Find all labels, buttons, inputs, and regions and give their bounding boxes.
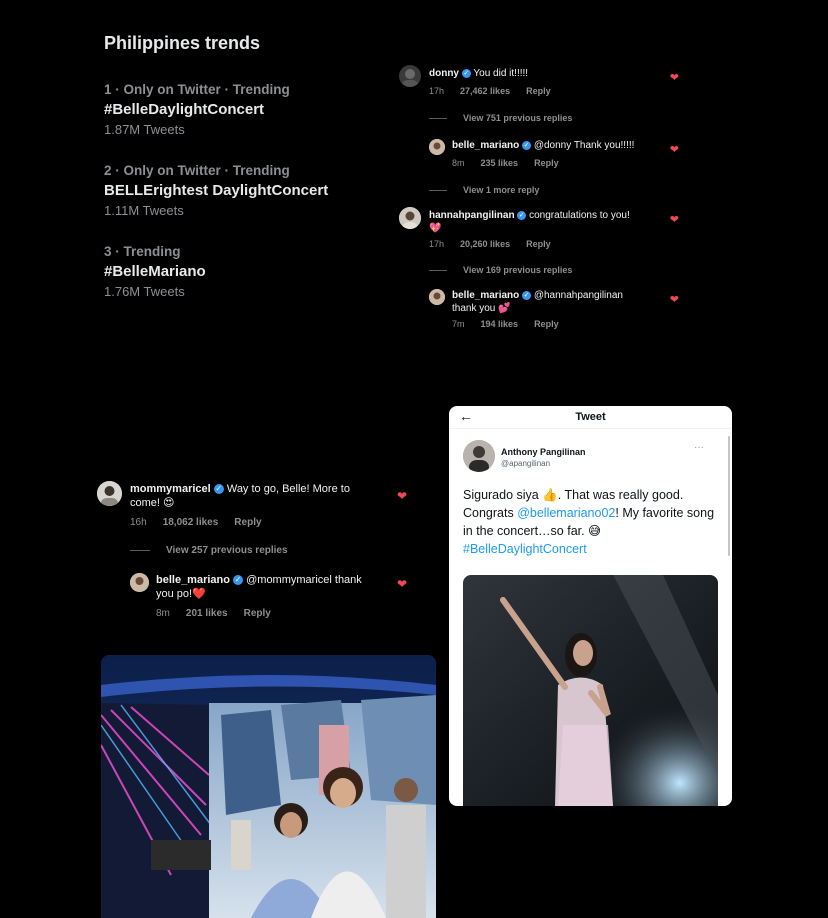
- comment-time: 7m: [452, 319, 465, 329]
- reply-button[interactable]: Reply: [526, 239, 551, 249]
- comment-likes[interactable]: 194 likes: [481, 319, 519, 329]
- view-replies-button[interactable]: View 257 previous replies: [130, 543, 410, 557]
- photo[interactable]: [101, 655, 436, 918]
- trend-tag: #BelleMariano: [104, 263, 206, 280]
- comment-text: You did it!!!!!: [473, 68, 529, 79]
- avatar[interactable]: [130, 573, 149, 592]
- more-icon[interactable]: ···: [694, 442, 704, 453]
- avatar[interactable]: [429, 289, 445, 305]
- tweet-header-title: Tweet: [575, 411, 606, 423]
- comment-time: 8m: [452, 158, 465, 168]
- view-replies-button[interactable]: View 751 previous replies: [429, 111, 689, 125]
- heart-icon[interactable]: ❤: [670, 293, 679, 306]
- view-replies-label: View 751 previous replies: [463, 113, 573, 123]
- trend-count: 1.76M Tweets: [104, 284, 185, 299]
- reply-button[interactable]: Reply: [234, 517, 261, 528]
- author-name[interactable]: Anthony Pangilinan: [501, 447, 586, 457]
- comment-likes[interactable]: 18,062 likes: [163, 517, 219, 528]
- comment-text-cont: you po!❤️: [156, 588, 206, 601]
- comment-username[interactable]: belle_mariano: [156, 574, 230, 586]
- trend-count: 1.87M Tweets: [104, 122, 185, 137]
- verified-badge-icon: ✓: [213, 484, 224, 494]
- avatar[interactable]: [97, 481, 122, 506]
- view-replies-button[interactable]: View 169 previous replies: [429, 263, 689, 277]
- verified-badge-icon: ✓: [522, 141, 532, 150]
- comment-username[interactable]: mommymaricel: [130, 483, 211, 495]
- mention-link[interactable]: @bellemariano02: [517, 506, 615, 520]
- comment-text: Way to go, Belle! More to: [226, 483, 350, 495]
- tweet-header: ← Tweet: [449, 406, 732, 429]
- comment-text-cont: come! 😍: [130, 497, 175, 510]
- reply-button[interactable]: Reply: [526, 86, 551, 96]
- avatar[interactable]: [399, 65, 421, 87]
- comment-reply: belle_mariano ✓ @donny Thank you!!!!! 8m…: [429, 139, 689, 175]
- reply-button[interactable]: Reply: [534, 319, 559, 329]
- comment: mommymaricel ✓ Way to go, Belle! More to…: [97, 481, 410, 528]
- trend-meta: 1 · Only on Twitter · Trending: [104, 82, 290, 97]
- comment-reply: belle_mariano ✓ @mommymaricel thank you p…: [130, 573, 410, 619]
- tweet-photo[interactable]: [463, 575, 718, 806]
- comment-time: 8m: [156, 607, 170, 619]
- view-replies-label: View 257 previous replies: [166, 544, 288, 556]
- view-replies-button[interactable]: View 1 more reply: [429, 183, 689, 197]
- view-replies-label: View 1 more reply: [463, 185, 540, 195]
- comment-time: 16h: [130, 516, 147, 528]
- heart-icon[interactable]: ❤: [670, 71, 679, 84]
- heart-icon[interactable]: ❤: [670, 143, 679, 156]
- comment-username[interactable]: donny: [429, 68, 459, 79]
- arrow-left-icon[interactable]: ←: [459, 408, 473, 424]
- comment-reply: belle_mariano ✓ @hannahpangilinan thank y…: [429, 289, 689, 333]
- comment-text: congratulations to you!: [529, 210, 630, 221]
- heart-icon[interactable]: ❤: [397, 489, 407, 503]
- trend-item[interactable]: 3 · Trending #BelleMariano 1.76M Tweets: [104, 244, 394, 299]
- comment-time: 17h: [429, 239, 445, 249]
- comment-emoji: 💖: [429, 223, 442, 234]
- view-replies-label: View 169 previous replies: [463, 265, 573, 275]
- author-handle[interactable]: @apangilinan: [501, 459, 550, 468]
- comment-likes[interactable]: 235 likes: [481, 158, 519, 168]
- trend-item[interactable]: 1 · Only on Twitter · Trending #BelleDay…: [104, 82, 394, 137]
- trend-meta: 2 · Only on Twitter · Trending: [104, 163, 290, 178]
- trend-meta: 3 · Trending: [104, 244, 181, 259]
- tweet-author: Anthony Pangilinan @apangilinan ···: [463, 440, 732, 480]
- trend-item[interactable]: 2 · Only on Twitter · Trending BELLErigh…: [104, 163, 394, 218]
- verified-badge-icon: ✓: [461, 69, 471, 78]
- comment-thread-mid: mommymaricel ✓ Way to go, Belle! More to…: [97, 481, 410, 619]
- comment-text-cont: thank you 💕: [452, 303, 511, 314]
- comment-likes[interactable]: 27,462 likes: [460, 86, 510, 96]
- trends-title: Philippines trends: [104, 33, 261, 53]
- tweet-card: ← Tweet Anthony Pangilinan @apangilinan …: [449, 406, 732, 806]
- trend-count: 1.11M Tweets: [104, 203, 184, 218]
- comment-text: @donny Thank you!!!!!: [533, 140, 635, 151]
- verified-badge-icon: ✓: [517, 211, 527, 220]
- trend-tag: #BelleDaylightConcert: [104, 101, 265, 118]
- comment-username[interactable]: belle_mariano: [452, 140, 519, 151]
- trend-tag: BELLErightest DaylightConcert: [104, 182, 329, 199]
- avatar[interactable]: [429, 139, 445, 155]
- tweet-text: Sigurado siya 👍. That was really good. C…: [463, 486, 718, 559]
- hashtag-link[interactable]: #BelleDaylightConcert: [463, 542, 587, 556]
- comment: donny ✓ You did it!!!!! 17h 27,462 likes R…: [399, 65, 689, 101]
- comment-thread-top: donny ✓ You did it!!!!! 17h 27,462 likes R…: [399, 65, 689, 333]
- verified-badge-icon: ✓: [233, 575, 244, 585]
- trends-panel: Philippines trends 1 · Only on Twitter ·…: [104, 33, 394, 325]
- comment-time: 17h: [429, 86, 445, 96]
- heart-icon[interactable]: ❤: [670, 213, 679, 226]
- reply-button[interactable]: Reply: [534, 158, 559, 168]
- comment: hannahpangilinan ✓ congratulations to yo…: [399, 207, 689, 251]
- reply-button[interactable]: Reply: [244, 608, 271, 619]
- comment-username[interactable]: hannahpangilinan: [429, 210, 515, 221]
- comment-likes[interactable]: 201 likes: [186, 608, 228, 619]
- avatar[interactable]: [399, 207, 421, 229]
- verified-badge-icon: ✓: [522, 291, 532, 300]
- comment-text: @hannahpangilinan: [533, 290, 623, 301]
- comment-likes[interactable]: 20,260 likes: [460, 239, 510, 249]
- avatar[interactable]: [463, 440, 495, 472]
- comment-username[interactable]: belle_mariano: [452, 290, 519, 301]
- comment-text: @mommymaricel thank: [246, 574, 362, 586]
- heart-icon[interactable]: ❤: [397, 577, 407, 591]
